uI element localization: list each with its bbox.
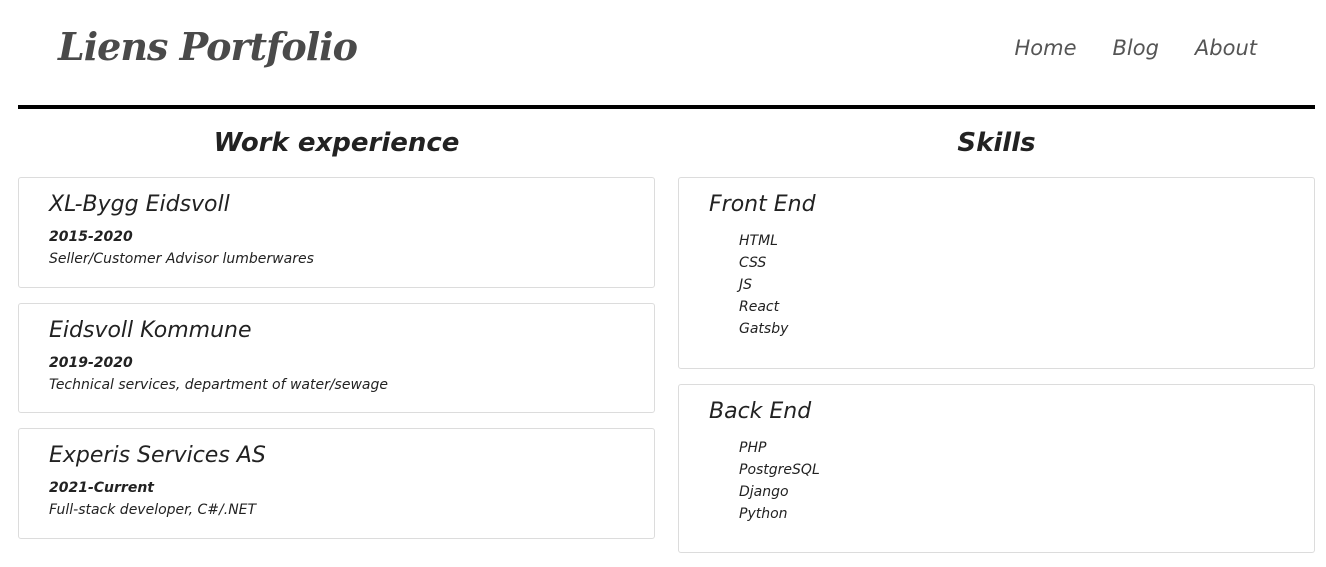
main-nav: Home Blog About (1014, 36, 1257, 60)
work-card: Experis Services AS 2021-Current Full-st… (18, 428, 655, 539)
work-role: Seller/Customer Advisor lumberwares (49, 251, 314, 267)
work-role: Technical services, department of water/… (49, 377, 388, 393)
work-years: 2019-2020 (49, 355, 133, 371)
skill-item: PHP (739, 440, 767, 456)
skill-item: PostgreSQL (739, 462, 820, 478)
skill-group-title: Front End (709, 192, 816, 217)
site-logo[interactable]: Liens Portfolio (58, 24, 358, 69)
work-company: Eidsvoll Kommune (49, 318, 252, 343)
skill-item: HTML (739, 233, 778, 249)
work-company: Experis Services AS (49, 443, 266, 468)
work-role: Full-stack developer, C#/.NET (49, 502, 257, 518)
nav-link-blog[interactable]: Blog (1112, 36, 1158, 60)
skill-card-front-end: Front End HTML CSS JS React Gatsby (678, 177, 1315, 369)
skill-item: CSS (739, 255, 767, 271)
skill-item: Python (739, 506, 788, 522)
work-company: XL-Bygg Eidsvoll (49, 192, 230, 217)
site-header: Liens Portfolio Home Blog About (18, 0, 1315, 109)
work-card: Eidsvoll Kommune 2019-2020 Technical ser… (18, 303, 655, 413)
work-experience-heading: Work experience (213, 128, 460, 158)
skill-card-back-end: Back End PHP PostgreSQL Django Python (678, 384, 1315, 553)
skill-item: Gatsby (739, 321, 789, 337)
skills-heading: Skills (957, 128, 1036, 158)
work-card: XL-Bygg Eidsvoll 2015-2020 Seller/Custom… (18, 177, 655, 288)
skill-list: PHP PostgreSQL Django Python (739, 437, 820, 525)
skill-group-title: Back End (709, 399, 812, 424)
nav-link-about[interactable]: About (1195, 36, 1257, 60)
work-years: 2015-2020 (49, 229, 133, 245)
skill-item: JS (739, 277, 753, 293)
skill-list: HTML CSS JS React Gatsby (739, 230, 788, 340)
skill-item: React (739, 299, 780, 315)
work-years: 2021-Current (49, 480, 154, 496)
nav-link-home[interactable]: Home (1014, 36, 1076, 60)
skill-item: Django (739, 484, 789, 500)
